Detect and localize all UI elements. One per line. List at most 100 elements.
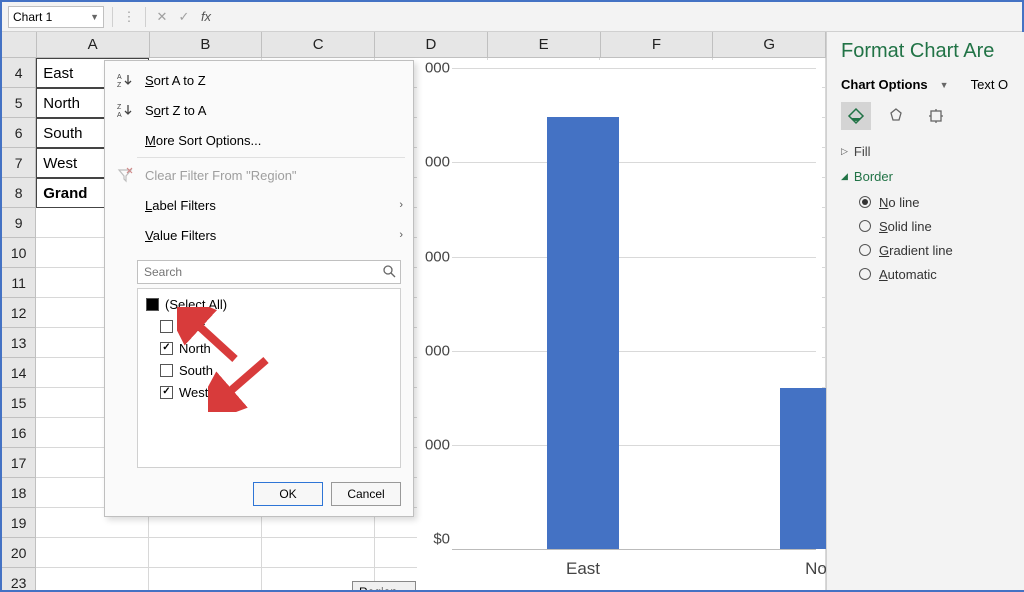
col-header[interactable]: B <box>150 32 263 57</box>
collapsed-icon: ▷ <box>841 146 848 157</box>
checkbox-icon <box>160 342 173 355</box>
y-axis-label: 000 <box>412 60 450 77</box>
row-header[interactable]: 17 <box>2 448 36 478</box>
ok-button[interactable]: OK <box>253 482 323 506</box>
section-label: Border <box>854 169 893 184</box>
radio-label: Solid line <box>879 219 932 234</box>
row-header[interactable]: 23 <box>2 568 36 590</box>
menu-label: Sort A to Z <box>145 73 403 88</box>
svg-text:A: A <box>117 112 122 118</box>
filter-item[interactable]: West <box>144 381 394 403</box>
checkbox-label: (Select All) <box>165 297 227 312</box>
filter-select-all[interactable]: (Select All) <box>144 293 394 315</box>
row-header[interactable]: 19 <box>2 508 36 538</box>
row-header[interactable]: 5 <box>2 88 36 118</box>
row-header[interactable]: 4 <box>2 58 36 88</box>
menu-label: Label Filters <box>145 198 389 213</box>
radio-icon <box>859 196 871 208</box>
more-icon[interactable]: ⋮ <box>121 9 137 25</box>
fill-line-icon[interactable] <box>841 102 871 130</box>
row-header[interactable]: 18 <box>2 478 36 508</box>
filter-item[interactable]: East <box>144 315 394 337</box>
row-header[interactable]: 16 <box>2 418 36 448</box>
menu-separator <box>137 157 405 158</box>
filter-search-input[interactable] <box>137 260 401 284</box>
row-header[interactable]: 20 <box>2 538 36 568</box>
clear-filter-icon <box>115 167 135 183</box>
enter-icon[interactable]: ✓ <box>176 9 192 25</box>
more-sort-options[interactable]: More Sort Options... <box>105 125 413 155</box>
row-header[interactable]: 6 <box>2 118 36 148</box>
submenu-arrow-icon: › <box>399 229 403 241</box>
radio-automatic[interactable]: Automatic <box>859 262 1016 286</box>
value-filters[interactable]: Value Filters › <box>105 220 413 250</box>
radio-gradient-line[interactable]: Gradient line <box>859 238 1016 262</box>
label-filters[interactable]: Label Filters › <box>105 190 413 220</box>
radio-solid-line[interactable]: Solid line <box>859 214 1016 238</box>
row-header[interactable]: 14 <box>2 358 36 388</box>
separator <box>145 7 146 27</box>
sort-z-to-a[interactable]: ZA Sort Z to A <box>105 95 413 125</box>
submenu-arrow-icon: › <box>399 199 403 211</box>
chart[interactable]: 000000000000000$0EastNo <box>417 60 822 590</box>
row-header[interactable]: 15 <box>2 388 36 418</box>
sort-a-to-z[interactable]: AZ Sort A to Z <box>105 65 413 95</box>
effects-icon[interactable] <box>881 102 911 130</box>
y-axis-label: 000 <box>412 248 450 265</box>
col-header[interactable]: A <box>37 32 150 57</box>
col-header[interactable]: F <box>601 32 714 57</box>
svg-text:Z: Z <box>117 82 122 88</box>
cell[interactable] <box>36 538 149 568</box>
section-label: Fill <box>854 144 871 159</box>
col-header[interactable]: D <box>375 32 488 57</box>
y-axis-label: $0 <box>412 531 450 548</box>
cell[interactable] <box>262 538 375 568</box>
pane-title: Format Chart Are <box>841 40 1016 63</box>
checkbox-label: South <box>179 363 213 378</box>
cell[interactable] <box>149 568 262 590</box>
text-options-tab[interactable]: Text O <box>971 77 1009 92</box>
name-box-dropdown-icon[interactable]: ▼ <box>90 12 99 22</box>
row-header[interactable]: 13 <box>2 328 36 358</box>
filter-menu: AZ Sort A to Z ZA Sort Z to A More Sort … <box>104 60 414 517</box>
chart-bar[interactable] <box>547 117 619 549</box>
border-section[interactable]: ◢ Border <box>841 169 1016 184</box>
chart-bar[interactable] <box>780 388 826 549</box>
radio-no-line[interactable]: No line <box>859 190 1016 214</box>
chart-options-tab[interactable]: Chart Options <box>841 77 928 92</box>
fill-section[interactable]: ▷ Fill <box>841 144 1016 159</box>
radio-label: No line <box>879 195 919 210</box>
x-axis-label: No <box>776 559 826 579</box>
row-header[interactable]: 10 <box>2 238 36 268</box>
cancel-icon[interactable]: ✕ <box>154 9 170 25</box>
select-all-corner[interactable] <box>2 32 37 57</box>
col-header[interactable]: E <box>488 32 601 57</box>
checkbox-icon <box>160 320 173 333</box>
svg-text:Z: Z <box>117 104 122 111</box>
checkbox-icon <box>160 364 173 377</box>
region-filter-button[interactable]: Region ▼ <box>352 581 416 590</box>
y-axis-label: 000 <box>412 437 450 454</box>
row-header[interactable]: 9 <box>2 208 36 238</box>
chevron-down-icon: ▼ <box>940 80 949 90</box>
cell[interactable] <box>36 568 149 590</box>
row-header[interactable]: 8 <box>2 178 36 208</box>
worksheet[interactable]: A B C D E F G 4East5North6South7West8Gra… <box>2 32 826 590</box>
formula-bar: Chart 1 ▼ ⋮ ✕ ✓ fx <box>2 2 1022 32</box>
row-header[interactable]: 12 <box>2 298 36 328</box>
cell[interactable] <box>149 538 262 568</box>
row-header[interactable]: 11 <box>2 268 36 298</box>
menu-label: Sort Z to A <box>145 103 403 118</box>
name-box[interactable]: Chart 1 ▼ <box>8 6 104 28</box>
cancel-button[interactable]: Cancel <box>331 482 401 506</box>
filter-item[interactable]: South <box>144 359 394 381</box>
sort-asc-icon: AZ <box>115 72 135 88</box>
col-header[interactable]: G <box>713 32 826 57</box>
filter-item[interactable]: North <box>144 337 394 359</box>
fx-icon[interactable]: fx <box>198 9 214 25</box>
chart-plot-area[interactable]: 000000000000000$0EastNo <box>452 68 816 550</box>
menu-label: Value Filters <box>145 228 389 243</box>
col-header[interactable]: C <box>262 32 375 57</box>
row-header[interactable]: 7 <box>2 148 36 178</box>
size-properties-icon[interactable] <box>921 102 951 130</box>
